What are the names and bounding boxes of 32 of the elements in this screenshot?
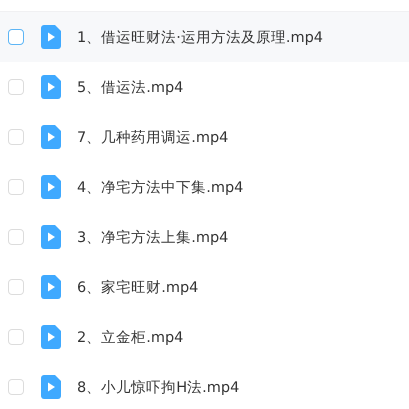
- file-name: 6、家宅旺财.mp4: [77, 278, 198, 296]
- file-row[interactable]: 1、借运旺财法·运用方法及原理.mp4: [0, 12, 409, 62]
- checkbox[interactable]: [8, 129, 24, 145]
- checkbox[interactable]: [8, 79, 24, 95]
- file-name: 2、立金柜.mp4: [77, 328, 184, 346]
- checkbox[interactable]: [8, 29, 24, 45]
- file-row[interactable]: 5、借运法.mp4: [0, 62, 409, 112]
- file-name: 4、净宅方法中下集.mp4: [77, 178, 244, 196]
- video-file-icon: [41, 175, 61, 199]
- file-row[interactable]: 6、家宅旺财.mp4: [0, 262, 409, 312]
- file-row[interactable]: 2、立金柜.mp4: [0, 312, 409, 362]
- video-file-icon: [41, 75, 61, 99]
- checkbox[interactable]: [8, 229, 24, 245]
- checkbox[interactable]: [8, 329, 24, 345]
- video-file-icon: [41, 25, 61, 49]
- checkbox[interactable]: [8, 279, 24, 295]
- file-name: 3、净宅方法上集.mp4: [77, 228, 228, 246]
- file-name: 5、借运法.mp4: [77, 78, 184, 96]
- file-row[interactable]: 4、净宅方法中下集.mp4: [0, 162, 409, 212]
- file-name: 1、借运旺财法·运用方法及原理.mp4: [77, 28, 323, 46]
- video-file-icon: [41, 375, 61, 399]
- checkbox[interactable]: [8, 179, 24, 195]
- file-row[interactable]: 3、净宅方法上集.mp4: [0, 212, 409, 262]
- checkbox[interactable]: [8, 379, 24, 395]
- video-file-icon: [41, 275, 61, 299]
- video-file-icon: [41, 325, 61, 349]
- file-name: 7、几种药用调运.mp4: [77, 128, 228, 146]
- file-name: 8、小儿惊吓拘H法.mp4: [77, 378, 240, 396]
- file-row[interactable]: 7、几种药用调运.mp4: [0, 112, 409, 162]
- video-file-icon: [41, 225, 61, 249]
- file-row[interactable]: 8、小儿惊吓拘H法.mp4: [0, 362, 409, 409]
- video-file-icon: [41, 125, 61, 149]
